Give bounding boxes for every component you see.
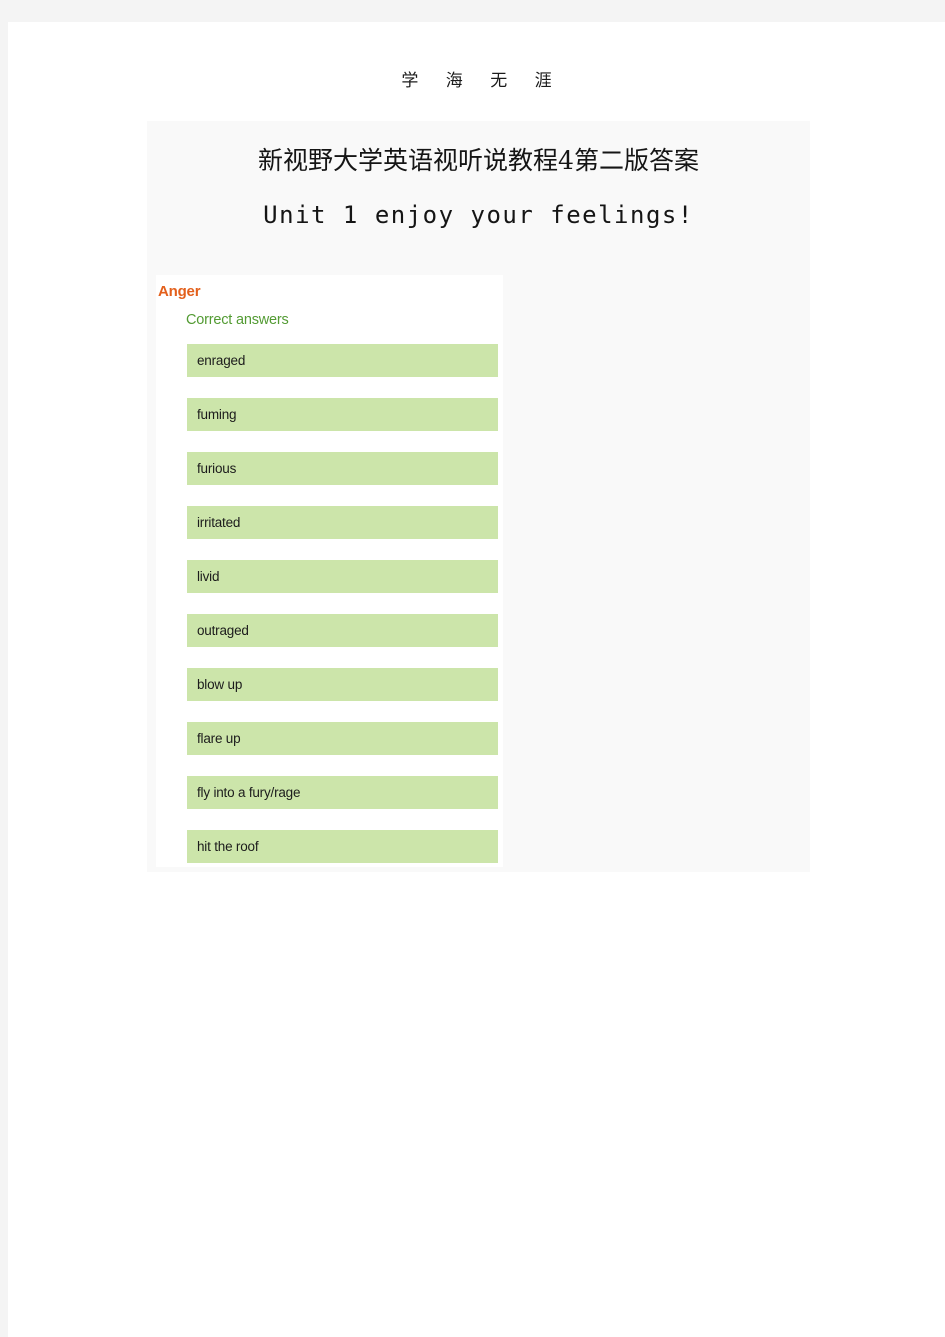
scan-bleed-top-margin — [0, 0, 945, 22]
document-page: 学 海 无 涯 新视野大学英语视听说教程4第二版答案 Unit 1 enjoy … — [8, 22, 945, 1337]
answer-label: fly into a fury/rage — [197, 784, 301, 800]
answer-item: fly into a fury/rage — [187, 776, 498, 809]
answers-list: enraged fuming furious irritated livid outrag… — [187, 344, 498, 863]
answer-item: outraged — [187, 614, 498, 647]
answer-label: blow up — [197, 676, 243, 692]
page-subtitle: Unit 1 enjoy your feelings! — [263, 201, 694, 229]
answer-label: livid — [197, 568, 220, 584]
answer-item: hit the roof — [187, 830, 498, 863]
answer-label: hit the roof — [197, 838, 259, 854]
answer-label: irritated — [197, 514, 241, 530]
answer-item: enraged — [187, 344, 498, 377]
answer-label: flare up — [197, 730, 241, 746]
answer-item: flare up — [187, 722, 498, 755]
answer-item: blow up — [187, 668, 498, 701]
correct-answers-label: Correct answers — [186, 312, 289, 328]
answer-label: fuming — [197, 406, 237, 422]
answer-label: outraged — [197, 622, 249, 638]
answer-label: enraged — [197, 352, 246, 368]
category-heading: Anger — [158, 283, 201, 300]
answer-item: irritated — [187, 506, 498, 539]
page-title: 新视野大学英语视听说教程4第二版答案 — [258, 146, 699, 175]
answer-item: livid — [187, 560, 498, 593]
answer-label: furious — [197, 460, 237, 476]
answer-item: furious — [187, 452, 498, 485]
answers-card: Anger Correct answers enraged fuming furio… — [156, 275, 503, 867]
answer-item: fuming — [187, 398, 498, 431]
running-head: 学 海 无 涯 — [401, 71, 563, 91]
scan-bleed-left-margin — [0, 0, 8, 1337]
content-panel: 新视野大学英语视听说教程4第二版答案 Unit 1 enjoy your fee… — [147, 121, 810, 872]
